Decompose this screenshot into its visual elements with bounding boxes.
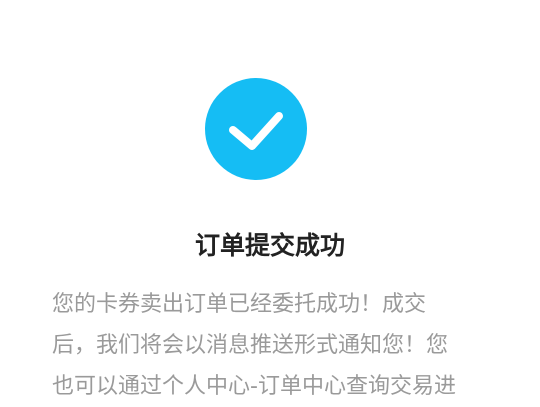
success-message: 您的卡券卖出订单已经委托成功！成交 后，我们将会以消息推送形式通知您！您 也可以…: [52, 284, 492, 407]
order-success-screen: 订单提交成功 您的卡券卖出订单已经委托成功！成交 后，我们将会以消息推送形式通知…: [0, 0, 540, 405]
message-line-1: 您的卡券卖出订单已经委托成功！成交: [52, 292, 427, 317]
message-line-2: 后，我们将会以消息推送形式通知您！您: [52, 333, 449, 358]
checkmark-icon: [229, 112, 283, 150]
page-title: 订单提交成功: [194, 231, 345, 260]
message-line-3: 也可以通过个人中心-订单中心查询交易进: [52, 374, 456, 399]
success-check-icon: [205, 78, 307, 180]
